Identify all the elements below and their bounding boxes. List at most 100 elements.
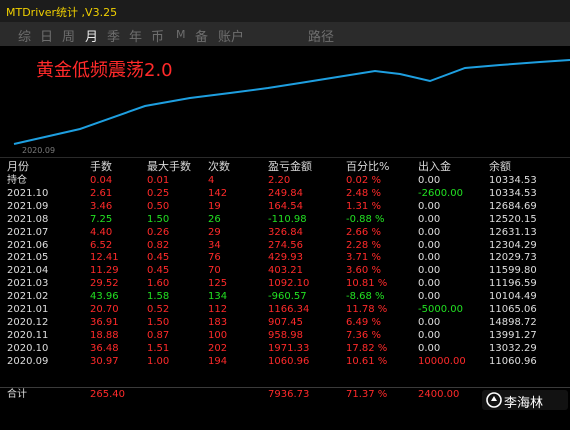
cell-profit: 274.56 <box>268 239 303 251</box>
tab-bar: 综 日 周 月 季 年 币 M 备 账户 路径 <box>0 22 570 46</box>
cell-profit: 1092.10 <box>268 278 310 290</box>
cell-percent: -0.88 % <box>346 213 385 225</box>
table-row: 2020.11 18.88 0.87 100 958.98 7.36 % 0.00 13991… <box>0 330 570 342</box>
cell-month: 2021.03 <box>7 278 49 290</box>
cell-balance: 14898.72 <box>489 316 537 328</box>
tab-weekly[interactable]: 周 <box>62 26 75 45</box>
cell-percent: 2.28 % <box>346 239 381 251</box>
cell-trades: 34 <box>208 239 221 251</box>
tab-daily[interactable]: 日 <box>40 26 53 45</box>
cell-max-lots: 1.60 <box>147 278 170 290</box>
total-lots: 265.40 <box>90 389 125 400</box>
cell-balance: 12029.73 <box>489 252 537 264</box>
cell-deposit: 0.00 <box>418 200 441 212</box>
cell-max-lots: 0.45 <box>147 265 170 277</box>
cell-lots: 3.46 <box>90 200 113 212</box>
cell-lots: 6.52 <box>90 239 113 251</box>
cell-lots: 29.52 <box>90 278 119 290</box>
cell-lots: 12.41 <box>90 252 119 264</box>
cell-lots: 2.61 <box>90 187 113 199</box>
cell-profit: 249.84 <box>268 187 303 199</box>
cell-month: 2020.12 <box>7 316 49 328</box>
cell-balance: 12631.13 <box>489 226 537 238</box>
tab-monthly[interactable]: 月 <box>85 26 98 45</box>
cell-balance: 11599.80 <box>489 265 537 277</box>
table-row: 2021.02 43.96 1.58 134 -960.57 -8.68 % 0.00 101… <box>0 291 570 303</box>
tab-path[interactable]: 路径 <box>308 26 334 45</box>
cell-profit: -110.98 <box>268 213 307 225</box>
cell-trades: 194 <box>208 355 228 367</box>
cell-trades: 4 <box>208 175 215 186</box>
cell-deposit: -2600.00 <box>418 187 463 199</box>
cell-deposit: 10000.00 <box>418 355 466 367</box>
cell-max-lots: 1.50 <box>147 316 170 328</box>
cell-month: 2021.01 <box>7 304 49 315</box>
cell-profit: 403.21 <box>268 265 303 277</box>
total-deposit: 2400.00 <box>418 389 460 400</box>
cell-profit: 1166.34 <box>268 304 310 315</box>
cell-month: 2020.10 <box>7 342 49 354</box>
cell-month: 2021.08 <box>7 213 49 225</box>
cell-max-lots: 0.50 <box>147 200 170 212</box>
equity-chart: 黄金低频震荡2.0 2020.09 <box>0 46 570 158</box>
total-profit: 7936.73 <box>268 389 310 400</box>
tab-summary[interactable]: 综 <box>18 26 31 45</box>
cell-percent: 3.71 % <box>346 252 381 264</box>
table-row: 2021.05 12.41 0.45 76 429.93 3.71 % 0.00 12029.… <box>0 252 570 264</box>
table-row: 2021.01 20.70 0.52 112 1166.34 11.78 % -5000.0… <box>0 304 570 316</box>
open-position-row: 持仓 0.04 0.01 4 2.20 0.02 % 0.00 10334.53 <box>0 175 570 187</box>
total-percent: 71.37 % <box>346 389 388 400</box>
window-title: MTDriver统计 ,V3.25 <box>6 6 118 19</box>
cell-lots: 0.04 <box>90 175 113 186</box>
header-month: 月份 <box>7 160 29 173</box>
cell-percent: 2.66 % <box>346 226 381 238</box>
cell-profit: -960.57 <box>268 291 307 303</box>
total-label: 合计 <box>7 389 27 400</box>
cell-month: 2021.02 <box>7 291 49 303</box>
tab-notes[interactable]: 备 <box>195 26 208 45</box>
header-trades: 次数 <box>208 160 230 173</box>
cell-deposit: 0.00 <box>418 175 441 186</box>
cell-percent: 0.02 % <box>346 175 381 186</box>
cell-max-lots: 1.50 <box>147 213 170 225</box>
table-row: 2020.10 36.48 1.51 202 1971.33 17.82 % 0.00 130… <box>0 343 570 355</box>
table-row: 2021.04 11.29 0.45 70 403.21 3.60 % 0.00 11599.… <box>0 265 570 277</box>
cell-max-lots: 1.58 <box>147 291 170 303</box>
cell-lots: 43.96 <box>90 291 119 303</box>
cell-profit: 1971.33 <box>268 342 310 354</box>
header-balance: 余额 <box>489 160 511 173</box>
tab-m[interactable]: M <box>176 28 186 41</box>
cell-profit: 907.45 <box>268 316 303 328</box>
tab-account[interactable]: 账户 <box>218 26 244 45</box>
cell-month: 2021.04 <box>7 265 49 277</box>
table-row: 2020.12 36.91 1.50 183 907.45 6.49 % 0.00 14898… <box>0 317 570 329</box>
cell-balance: 11196.59 <box>489 278 537 290</box>
cell-balance: 10104.49 <box>489 291 537 303</box>
cell-balance: 12520.15 <box>489 213 537 225</box>
header-deposit: 出入金 <box>418 160 451 173</box>
cell-deposit: -5000.00 <box>418 304 463 315</box>
table-row: 2021.08 7.25 1.50 26 -110.98 -0.88 % 0.00 12520… <box>0 214 570 226</box>
cell-deposit: 0.00 <box>418 265 441 277</box>
cell-deposit: 0.00 <box>418 291 441 303</box>
cell-balance: 11065.06 <box>489 304 537 315</box>
chart-x-label: 2020.09 <box>22 146 56 155</box>
cell-lots: 30.97 <box>90 355 119 367</box>
cell-percent: 17.82 % <box>346 342 388 354</box>
tab-currency[interactable]: 币 <box>151 26 164 45</box>
watermark: 李海林 <box>482 390 568 411</box>
header-max-lots: 最大手数 <box>147 160 191 173</box>
table-row: 2021.09 3.46 0.50 19 164.54 1.31 % 0.00 12684.6… <box>0 201 570 213</box>
cell-profit: 164.54 <box>268 200 303 212</box>
cell-max-lots: 0.87 <box>147 329 170 341</box>
header-percent: 百分比% <box>346 160 390 173</box>
cell-percent: 11.78 % <box>346 304 388 315</box>
tab-quarterly[interactable]: 季 <box>107 26 120 45</box>
cell-percent: 10.61 % <box>346 355 388 367</box>
cell-month: 2020.09 <box>7 355 49 367</box>
cell-deposit: 0.00 <box>418 239 441 251</box>
tab-yearly[interactable]: 年 <box>129 26 142 45</box>
cell-max-lots: 1.51 <box>147 342 170 354</box>
cell-percent: 2.48 % <box>346 187 381 199</box>
cell-trades: 100 <box>208 329 228 341</box>
